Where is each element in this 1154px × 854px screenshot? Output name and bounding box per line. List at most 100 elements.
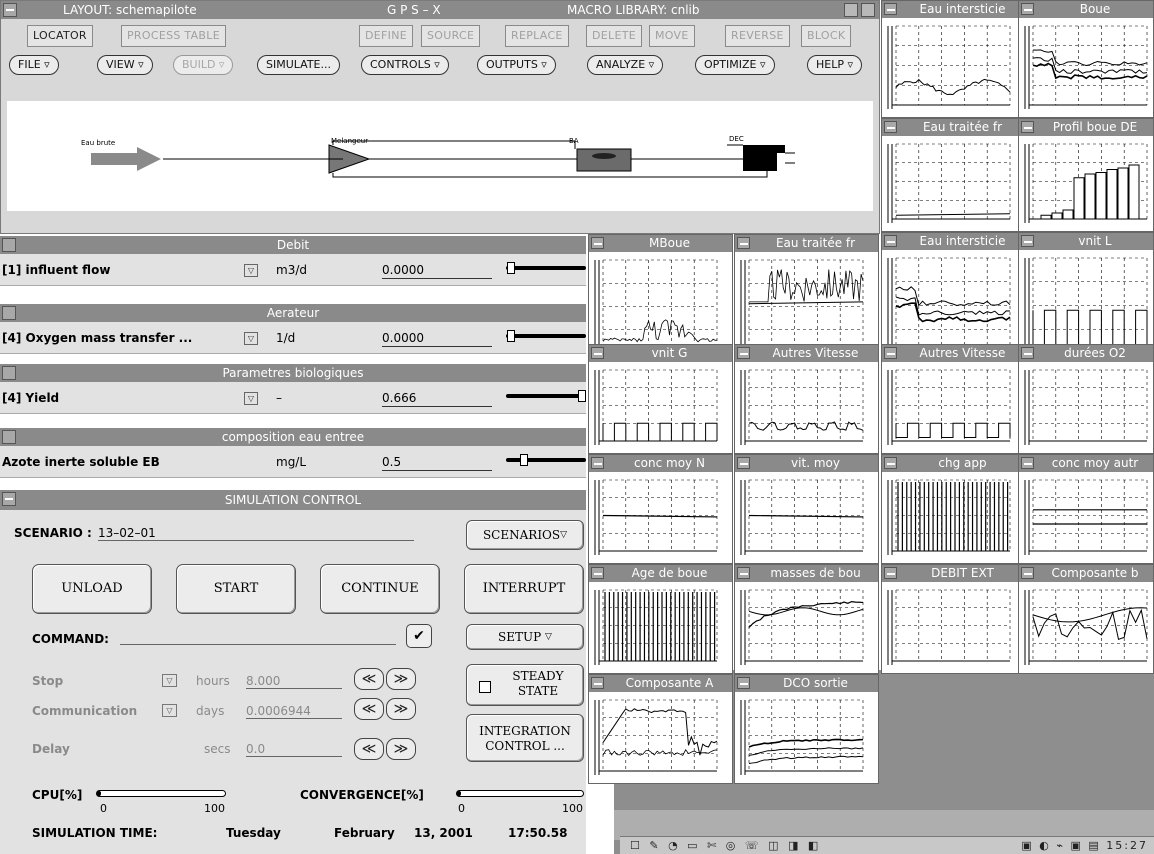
window-menu-icon[interactable] — [737, 237, 750, 249]
parameter-slider[interactable] — [506, 454, 586, 466]
window-menu-icon[interactable] — [884, 121, 897, 133]
plot-window[interactable]: Composante A — [588, 674, 733, 784]
parameter-value-field[interactable]: 0.0000 — [382, 263, 492, 279]
plot-titlebar[interactable]: Eau intersticie — [882, 1, 1025, 18]
define-button[interactable]: DEFINE — [359, 25, 413, 47]
delay-forward-icon[interactable]: ≫ — [386, 738, 416, 760]
locator-button[interactable]: LOCATOR — [27, 25, 93, 47]
window-menu-icon[interactable] — [1021, 457, 1034, 469]
continue-button[interactable]: CONTINUE — [320, 564, 440, 614]
parameter-dropdown-icon[interactable]: ▽ — [244, 332, 258, 345]
plot-window[interactable]: Age de boue — [588, 564, 733, 674]
process-canvas[interactable]: Eau brute Melangeur BA DEC — [7, 101, 873, 211]
plot-window[interactable]: DCO sortie — [734, 674, 879, 784]
panel-titlebar[interactable]: Aerateur — [0, 304, 586, 322]
parameter-dropdown-icon[interactable]: ▽ — [244, 264, 258, 277]
plot-window[interactable]: vit. moy — [734, 454, 879, 564]
communication-forward-icon[interactable]: ≫ — [386, 698, 416, 720]
window-menu-icon[interactable] — [737, 677, 750, 689]
outputs-menu[interactable]: OUTPUTS ▿ — [477, 55, 556, 75]
communication-dropdown-icon[interactable]: ▽ — [162, 704, 177, 717]
simulate-menu[interactable]: SIMULATE... — [257, 55, 340, 75]
scenarios-button[interactable]: SCENARIOS▽ — [466, 520, 584, 550]
plot-window[interactable]: Eau intersticie — [881, 0, 1026, 118]
plot-titlebar[interactable]: masses de bou — [735, 565, 878, 582]
window-menu-icon[interactable] — [591, 237, 604, 249]
plot-titlebar[interactable]: Autres Vitesse — [735, 345, 878, 362]
slider-knob[interactable] — [507, 330, 515, 342]
sim-titlebar[interactable]: SIMULATION CONTROL — [0, 490, 586, 510]
plot-window[interactable]: conc moy autr — [1018, 454, 1154, 564]
reverse-button[interactable]: REVERSE — [725, 25, 790, 47]
delay-rewind-icon[interactable]: ≪ — [354, 738, 384, 760]
plot-titlebar[interactable]: Eau intersticie — [882, 233, 1025, 250]
parameter-slider[interactable] — [506, 390, 586, 402]
window-menu-icon[interactable] — [1021, 121, 1034, 133]
window-menu-icon[interactable] — [737, 567, 750, 579]
build-menu[interactable]: BUILD ▿ — [173, 55, 234, 75]
plot-titlebar[interactable]: durées O2 — [1019, 345, 1153, 362]
file-menu[interactable]: FILE ▿ — [9, 55, 59, 75]
parameter-value-field[interactable]: 0.666 — [382, 391, 492, 407]
delay-field[interactable]: 0.0 — [246, 742, 342, 757]
window-menu-icon[interactable] — [1021, 235, 1034, 247]
plot-titlebar[interactable]: vnit L — [1019, 233, 1153, 250]
minimize-icon[interactable] — [844, 3, 858, 17]
plot-window[interactable]: Boue — [1018, 0, 1154, 118]
stop-rewind-icon[interactable]: ≪ — [354, 668, 384, 690]
source-button[interactable]: SOURCE — [421, 25, 481, 47]
maximize-icon[interactable] — [861, 3, 875, 17]
taskbar-launcher-icons[interactable]: ☐ ✎ ◔ ▭ ✄ ◎ ☏ ◫ ◨ ◧ — [630, 837, 821, 854]
steady-state-checkbox[interactable] — [479, 681, 491, 693]
window-menu-icon[interactable] — [1021, 347, 1034, 359]
plot-titlebar[interactable]: Composante A — [589, 675, 732, 692]
window-menu-icon[interactable] — [591, 567, 604, 579]
plot-titlebar[interactable]: Autres Vitesse — [882, 345, 1025, 362]
window-menu-icon[interactable] — [884, 235, 897, 247]
plot-window[interactable]: Autres Vitesse — [734, 344, 879, 454]
plot-titlebar[interactable]: DEBIT EXT — [882, 565, 1025, 582]
analyze-menu[interactable]: ANALYZE ▿ — [587, 55, 664, 75]
plot-titlebar[interactable]: Composante b — [1019, 565, 1153, 582]
plot-window[interactable]: conc moy N — [588, 454, 733, 564]
panel-titlebar[interactable]: composition eau entree — [0, 428, 586, 446]
move-button[interactable]: MOVE — [649, 25, 695, 47]
communication-field[interactable]: 0.0006944 — [246, 704, 342, 719]
plot-window[interactable]: vnit G — [588, 344, 733, 454]
view-menu[interactable]: VIEW ▿ — [97, 55, 153, 75]
window-menu-icon[interactable] — [3, 3, 17, 17]
window-menu-icon[interactable] — [1021, 3, 1034, 15]
stop-forward-icon[interactable]: ≫ — [386, 668, 416, 690]
window-menu-icon[interactable] — [884, 457, 897, 469]
unload-button[interactable]: UNLOAD — [32, 564, 152, 614]
plot-titlebar[interactable]: MBoue — [589, 235, 732, 252]
checkmark-icon[interactable]: ✔ — [406, 624, 432, 648]
panel-titlebar[interactable]: Debit — [0, 236, 586, 254]
plot-window[interactable]: durées O2 — [1018, 344, 1154, 454]
slider-knob[interactable] — [507, 262, 515, 274]
plot-window[interactable]: chg app — [881, 454, 1026, 564]
parameter-value-field[interactable]: 0.0000 — [382, 331, 492, 347]
plot-window[interactable]: Eau traitée fr — [881, 118, 1026, 232]
interrupt-button[interactable]: INTERRUPT — [464, 564, 584, 614]
plot-titlebar[interactable]: Boue — [1019, 1, 1153, 18]
integration-control-button[interactable]: INTEGRATION CONTROL ... — [466, 714, 584, 762]
plot-titlebar[interactable]: vit. moy — [735, 455, 878, 472]
window-menu-icon[interactable] — [1021, 567, 1034, 579]
optimize-menu[interactable]: OPTIMIZE ▿ — [695, 55, 775, 75]
setup-button[interactable]: SETUP ▽ — [466, 624, 584, 650]
panel-titlebar[interactable]: Parametres biologiques — [0, 364, 586, 382]
window-menu-icon[interactable] — [884, 3, 897, 15]
plot-titlebar[interactable]: vnit G — [589, 345, 732, 362]
plot-titlebar[interactable]: Age de boue — [589, 565, 732, 582]
process-table-button[interactable]: PROCESS TABLE — [121, 25, 226, 47]
replace-button[interactable]: REPLACE — [505, 25, 569, 47]
parameter-dropdown-icon[interactable]: ▽ — [244, 392, 258, 405]
delete-button[interactable]: DELETE — [586, 25, 642, 47]
plot-titlebar[interactable]: Profil boue DE — [1019, 119, 1153, 136]
command-input[interactable] — [120, 644, 396, 645]
plot-titlebar[interactable]: Eau traitée fr — [735, 235, 878, 252]
window-menu-icon[interactable] — [884, 567, 897, 579]
window-menu-icon[interactable] — [737, 347, 750, 359]
window-menu-icon[interactable] — [591, 347, 604, 359]
